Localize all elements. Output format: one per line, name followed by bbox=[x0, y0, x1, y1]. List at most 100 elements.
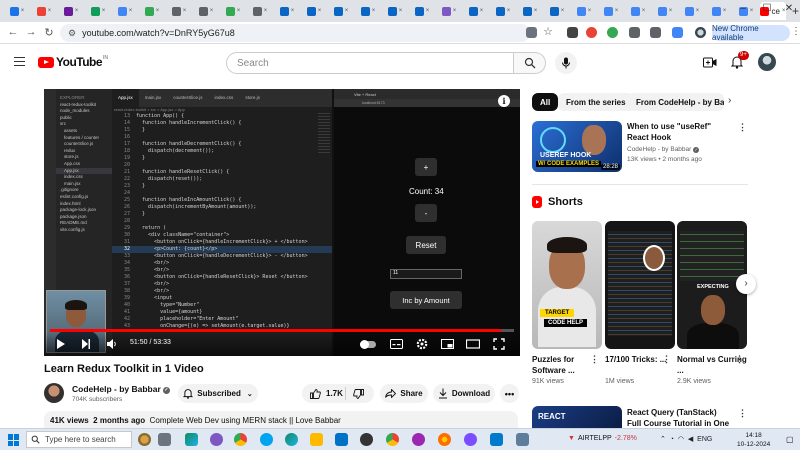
site-info-icon[interactable]: ⚙ bbox=[68, 28, 76, 39]
shorts-next-button[interactable]: › bbox=[736, 274, 756, 294]
extension-icon[interactable] bbox=[607, 27, 618, 38]
tab-close-icon[interactable]: × bbox=[615, 8, 619, 14]
chrome-icon[interactable] bbox=[234, 433, 247, 446]
tab-close-icon[interactable]: × bbox=[75, 8, 79, 14]
edge-icon[interactable] bbox=[185, 433, 198, 446]
tab-close-icon[interactable]: × bbox=[750, 8, 754, 14]
tab-close-icon[interactable]: × bbox=[588, 8, 592, 14]
channel-name[interactable]: CodeHelp - by Babbar ✓ bbox=[72, 384, 170, 394]
chip-from-the-series[interactable]: From the series bbox=[558, 93, 634, 111]
tab-close-icon[interactable]: × bbox=[696, 8, 700, 14]
chevron-right-icon[interactable]: › bbox=[728, 95, 731, 106]
recommended-video-title[interactable]: When to use "useRef" React Hook bbox=[627, 121, 731, 143]
recommended-thumbnail[interactable]: REACT bbox=[532, 406, 622, 428]
tab-close-icon[interactable]: × bbox=[237, 8, 241, 14]
tab-close-icon[interactable]: × bbox=[399, 8, 403, 14]
tab-close-icon[interactable]: × bbox=[507, 8, 511, 14]
tab-close-icon[interactable]: × bbox=[21, 8, 25, 14]
browser-tab[interactable]: × bbox=[301, 2, 327, 20]
browser-tab[interactable]: × bbox=[31, 2, 57, 20]
volume-icon[interactable] bbox=[106, 338, 118, 350]
file-explorer-icon[interactable] bbox=[310, 433, 323, 446]
task-view-icon[interactable] bbox=[158, 433, 171, 446]
tab-close-icon[interactable]: × bbox=[210, 8, 214, 14]
app-icon[interactable] bbox=[210, 433, 223, 446]
dell-icon[interactable] bbox=[360, 433, 373, 446]
widgets-icon[interactable] bbox=[138, 433, 151, 446]
tab-close-icon[interactable]: × bbox=[291, 8, 295, 14]
chrome-icon[interactable] bbox=[386, 433, 399, 446]
sidepanel-icon[interactable] bbox=[672, 27, 683, 38]
browser-tab[interactable]: × bbox=[517, 2, 543, 20]
fullscreen-icon[interactable] bbox=[493, 338, 505, 350]
reload-icon[interactable]: ↻ bbox=[42, 26, 56, 39]
browser-tab[interactable]: × bbox=[139, 2, 165, 20]
downloads-icon[interactable] bbox=[650, 27, 661, 38]
search-button[interactable] bbox=[514, 52, 546, 74]
browser-tab[interactable]: × bbox=[328, 2, 354, 20]
chip-from-codehelp[interactable]: From CodeHelp - by Babbar bbox=[628, 93, 724, 111]
tab-close-icon[interactable]: × bbox=[642, 8, 646, 14]
language-indicator[interactable]: ENG bbox=[697, 436, 712, 443]
youtube-logo[interactable]: YouTube IN bbox=[38, 55, 108, 69]
create-video-icon[interactable] bbox=[703, 57, 717, 68]
share-button[interactable]: Share bbox=[380, 384, 428, 403]
autoplay-toggle[interactable] bbox=[360, 340, 376, 349]
extension-icon[interactable] bbox=[586, 27, 597, 38]
cast-icon[interactable] bbox=[526, 27, 537, 38]
short-thumbnail[interactable] bbox=[605, 221, 675, 349]
video-player[interactable]: EXPLORER react-redux-toolkit node_modules… bbox=[44, 89, 520, 356]
tab-close-icon[interactable]: × bbox=[345, 8, 349, 14]
close-window-icon[interactable]: ✕ bbox=[782, 3, 796, 14]
tab-close-icon[interactable]: × bbox=[426, 8, 430, 14]
forward-arrow-icon[interactable]: → bbox=[24, 26, 38, 38]
tab-close-icon[interactable]: × bbox=[480, 8, 484, 14]
browser-tab[interactable]: × bbox=[247, 2, 273, 20]
back-arrow-icon[interactable]: ← bbox=[6, 26, 20, 38]
tab-close-icon[interactable]: × bbox=[318, 8, 322, 14]
browser-tab[interactable]: × bbox=[85, 2, 111, 20]
tab-close-icon[interactable]: × bbox=[561, 8, 565, 14]
browser-tab[interactable]: × bbox=[679, 2, 705, 20]
browser-tab[interactable]: × bbox=[544, 2, 570, 20]
profile-icon[interactable] bbox=[695, 27, 706, 38]
search-input[interactable]: Search bbox=[226, 52, 514, 74]
subscribed-button[interactable]: Subscribed ⌄ bbox=[178, 384, 258, 403]
taskbar-clock[interactable]: 14:18 10-12-2024 bbox=[737, 431, 770, 449]
tab-close-icon[interactable]: × bbox=[669, 8, 673, 14]
more-vertical-icon[interactable]: ⋮ bbox=[738, 122, 747, 133]
maximize-icon[interactable]: ☐ bbox=[760, 3, 774, 14]
settings-gear-icon[interactable] bbox=[416, 338, 428, 350]
more-vertical-icon[interactable]: ⋮ bbox=[738, 408, 747, 419]
more-vertical-icon[interactable]: ⋮ bbox=[662, 354, 671, 365]
volume-icon[interactable]: ◀ bbox=[688, 436, 693, 443]
browser-tab[interactable]: × bbox=[571, 2, 597, 20]
browser-tab[interactable]: × bbox=[166, 2, 192, 20]
new-chrome-available-button[interactable]: New Chrome available bbox=[712, 24, 790, 42]
firefox-icon[interactable] bbox=[438, 433, 451, 446]
windows-start-icon[interactable] bbox=[8, 434, 20, 446]
browser-tab[interactable]: × bbox=[409, 2, 435, 20]
tab-close-icon[interactable]: × bbox=[156, 8, 160, 14]
tab-close-icon[interactable]: × bbox=[453, 8, 457, 14]
progress-bar[interactable] bbox=[50, 329, 514, 332]
wifi-icon[interactable]: ◠ bbox=[678, 436, 684, 443]
more-vertical-icon[interactable]: ⋮ bbox=[735, 354, 744, 365]
browser-tab[interactable]: × bbox=[112, 2, 138, 20]
browser-tab[interactable]: × bbox=[274, 2, 300, 20]
browser-tab[interactable]: × bbox=[706, 2, 732, 20]
app-icon[interactable] bbox=[260, 433, 273, 446]
channel-avatar[interactable] bbox=[44, 383, 64, 403]
browser-tab[interactable]: × bbox=[652, 2, 678, 20]
chip-all[interactable]: All bbox=[532, 93, 559, 111]
browser-tab[interactable]: × bbox=[355, 2, 381, 20]
taskbar-search-input[interactable]: Type here to search bbox=[26, 431, 132, 448]
app-icon[interactable] bbox=[412, 433, 425, 446]
minimize-icon[interactable]: – bbox=[736, 3, 750, 14]
like-button[interactable]: 1.7K bbox=[302, 387, 346, 400]
tab-close-icon[interactable]: × bbox=[102, 8, 106, 14]
next-icon[interactable] bbox=[81, 338, 91, 350]
download-button[interactable]: Download bbox=[433, 384, 495, 403]
stock-widget[interactable]: ▼ AIRTELPP -2.78% bbox=[568, 435, 637, 442]
short-thumbnail[interactable]: TARGET CODE HELP bbox=[532, 221, 602, 349]
